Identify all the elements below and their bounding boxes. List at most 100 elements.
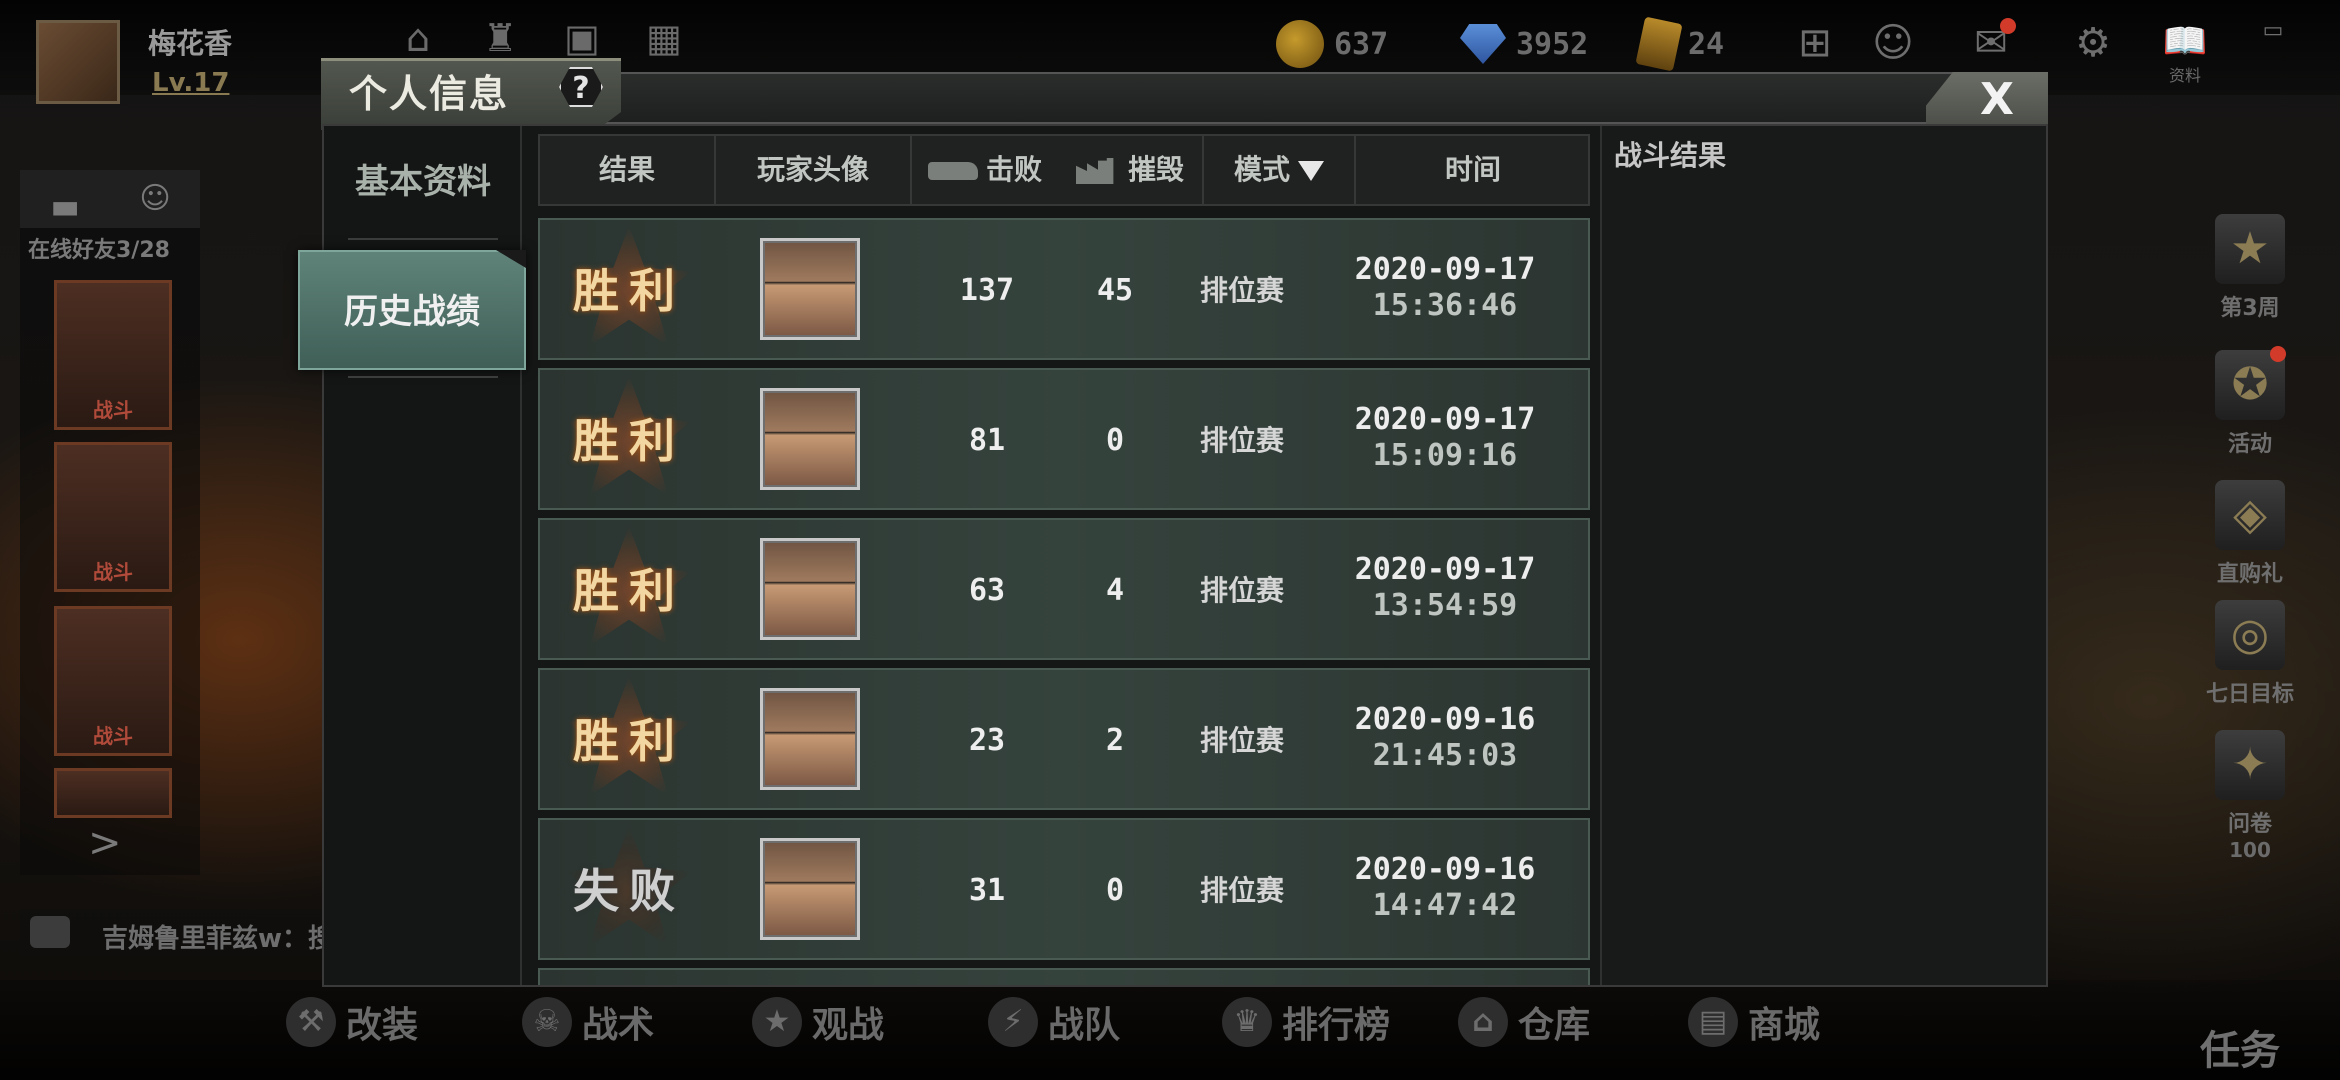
chat-bar[interactable]: 吉姆鲁里菲兹w：搜 xyxy=(20,910,340,956)
nav-team[interactable]: ⚡ 战队 xyxy=(988,992,1120,1052)
match-clock: 13:54:59 xyxy=(1372,588,1518,623)
match-result: 胜利 xyxy=(573,714,685,768)
match-destroy: 0 xyxy=(1105,873,1125,908)
tab-basic-info[interactable]: 基本资料 xyxy=(324,142,522,222)
match-time: 2020-09-16 14:47:42 xyxy=(1298,852,1592,924)
help-icon[interactable]: ? xyxy=(559,67,603,107)
diamond-icon xyxy=(1460,24,1506,64)
side-event-label: 问卷 xyxy=(2227,812,2272,837)
match-row[interactable]: 胜利 137 45 排位赛 2020-09-17 15:36:46 xyxy=(538,218,1590,360)
rank-tab-icon[interactable]: ▃ xyxy=(20,170,110,228)
history-header-row: 结果 玩家头像 击败 摧毁 模式 时间 xyxy=(538,134,1590,206)
expand-arrow-icon[interactable]: > xyxy=(88,820,122,866)
menu-divider xyxy=(348,376,498,378)
settings-gear-icon[interactable]: ⚙ xyxy=(2068,20,2118,66)
plus-icon[interactable]: ⊞ xyxy=(1790,20,1840,66)
mail-bag-icon[interactable]: ♜ xyxy=(478,16,522,60)
grid-menu-icon[interactable]: ▦ xyxy=(642,16,686,60)
tank-icon xyxy=(927,162,978,180)
match-destroy: 2 xyxy=(1105,723,1125,758)
friend-card[interactable]: 战斗 xyxy=(54,442,172,592)
tab-match-history[interactable]: 历史战绩 xyxy=(298,250,526,370)
friend-card[interactable] xyxy=(54,768,172,818)
nav-label: 观战 xyxy=(812,1005,885,1046)
diamond-amount: 3952 xyxy=(1516,26,1589,62)
friends-tab-icon[interactable]: ☺ xyxy=(110,170,200,228)
match-time: 2020-09-17 15:36:46 xyxy=(1298,252,1592,324)
nav-store[interactable]: ▤ 商城 xyxy=(1688,992,1820,1052)
match-destroy: 4 xyxy=(1105,573,1125,608)
nav-label: 仓库 xyxy=(1518,1005,1591,1046)
diamond-currency[interactable]: 3952 xyxy=(1460,22,1588,66)
side-event-direct-gift[interactable]: ◈ 直购礼 xyxy=(2190,480,2310,588)
nav-spectate[interactable]: ★ 观战 xyxy=(752,992,884,1052)
dialog-title-tab: 个人信息 ? xyxy=(321,58,621,130)
match-row[interactable]: 胜利 23 2 排位赛 2020-09-16 21:45:03 xyxy=(538,668,1590,810)
friend-card[interactable]: 战斗 xyxy=(54,606,172,756)
dialog-header: 个人信息 ? X xyxy=(321,58,2048,130)
player-avatar-thumb[interactable] xyxy=(760,688,860,790)
survey-icon: ✦ xyxy=(2215,730,2285,800)
task-button[interactable]: 任务 xyxy=(2200,1018,2280,1076)
match-destroy: 45 xyxy=(1096,273,1134,308)
match-result: 胜利 xyxy=(573,264,685,318)
online-friends-count: 在线好友3/28 xyxy=(28,238,170,263)
friend-status: 战斗 xyxy=(93,398,133,422)
friends-icon[interactable]: ☺ xyxy=(1868,20,1918,66)
nav-label: 改装 xyxy=(346,1005,419,1046)
match-time: 2020-09-16 21:45:03 xyxy=(1298,702,1592,774)
match-date: 2020-09-17 xyxy=(1354,252,1536,287)
sort-down-icon xyxy=(1298,161,1324,181)
home-icon[interactable]: ⌂ xyxy=(396,16,440,60)
match-date: 2020-09-16 xyxy=(1354,852,1536,887)
match-row[interactable]: 胜利 81 0 排位赛 2020-09-17 15:09:16 xyxy=(538,368,1590,510)
player-avatar-thumb[interactable] xyxy=(760,238,860,340)
player-avatar-thumb[interactable] xyxy=(760,838,860,940)
match-row[interactable] xyxy=(538,968,1590,985)
player-name: 梅花香 xyxy=(148,27,233,60)
coins-stack-icon: ◎ xyxy=(2215,600,2285,670)
match-destroy: 0 xyxy=(1105,423,1125,458)
match-mode: 排位赛 xyxy=(1199,424,1284,457)
side-event-seven-day[interactable]: ◎ 七日目标 xyxy=(2190,600,2310,708)
nav-modify[interactable]: ⚒ 改装 xyxy=(286,992,418,1052)
menu-divider xyxy=(348,238,498,240)
nav-warehouse[interactable]: ⌂ 仓库 xyxy=(1458,992,1590,1052)
player-avatar-thumb[interactable] xyxy=(760,538,860,640)
player-avatar[interactable] xyxy=(36,20,120,104)
battery-icon: ▭ xyxy=(2262,18,2284,43)
nav-tactics[interactable]: ☠ 战术 xyxy=(522,992,654,1052)
social-panel: ▃ ☺ 在线好友3/28 战斗 战斗 战斗 xyxy=(20,170,200,875)
star-badge-icon: ★ xyxy=(752,997,802,1047)
battle-result-title: 战斗结果 xyxy=(1614,139,1727,172)
match-mode: 排位赛 xyxy=(1199,874,1284,907)
side-event-activity[interactable]: ✪ 活动 xyxy=(2190,350,2310,458)
profile-book-icon[interactable]: 📖 资料 xyxy=(2160,20,2210,86)
profile-label: 资料 xyxy=(2168,66,2201,85)
side-event-label: 第3周 xyxy=(2220,296,2280,321)
match-result: 胜利 xyxy=(573,414,685,468)
nav-label: 战队 xyxy=(1048,1005,1121,1046)
player-avatar-thumb[interactable] xyxy=(760,388,860,490)
col-kills: 击败 xyxy=(912,136,1058,204)
friend-status: 战斗 xyxy=(93,724,133,748)
col-mode[interactable]: 模式 xyxy=(1204,136,1356,204)
gift-icon[interactable]: ▣ xyxy=(560,16,604,60)
match-history-panel[interactable]: 结果 玩家头像 击败 摧毁 模式 时间 胜利 137 45 排位赛 2020-0… xyxy=(530,126,1593,985)
gift-badge-icon: ◈ xyxy=(2215,480,2285,550)
nav-leaderboard[interactable]: ♛ 排行榜 xyxy=(1222,992,1390,1052)
ticket-currency[interactable]: 24 xyxy=(1635,16,1725,72)
match-mode: 排位赛 xyxy=(1199,724,1284,757)
col-mode-label: 模式 xyxy=(1233,153,1290,186)
side-event-label: 活动 xyxy=(2227,432,2272,457)
close-button[interactable]: X xyxy=(1926,72,2048,128)
friend-card[interactable]: 战斗 xyxy=(54,280,172,430)
match-row[interactable]: 胜利 63 4 排位赛 2020-09-17 13:54:59 xyxy=(538,518,1590,660)
side-event-weekly[interactable]: ★ 第3周 xyxy=(2190,214,2310,322)
side-event-survey[interactable]: ✦ 问卷 100 xyxy=(2190,730,2310,862)
ticket-amount: 24 xyxy=(1688,26,1725,62)
gold-currency[interactable]: 637 xyxy=(1276,20,1388,68)
match-date: 2020-09-17 xyxy=(1354,552,1536,587)
match-row[interactable]: 失败 31 0 排位赛 2020-09-16 14:47:42 xyxy=(538,818,1590,960)
battle-result-panel: 战斗结果 xyxy=(1600,126,2046,985)
